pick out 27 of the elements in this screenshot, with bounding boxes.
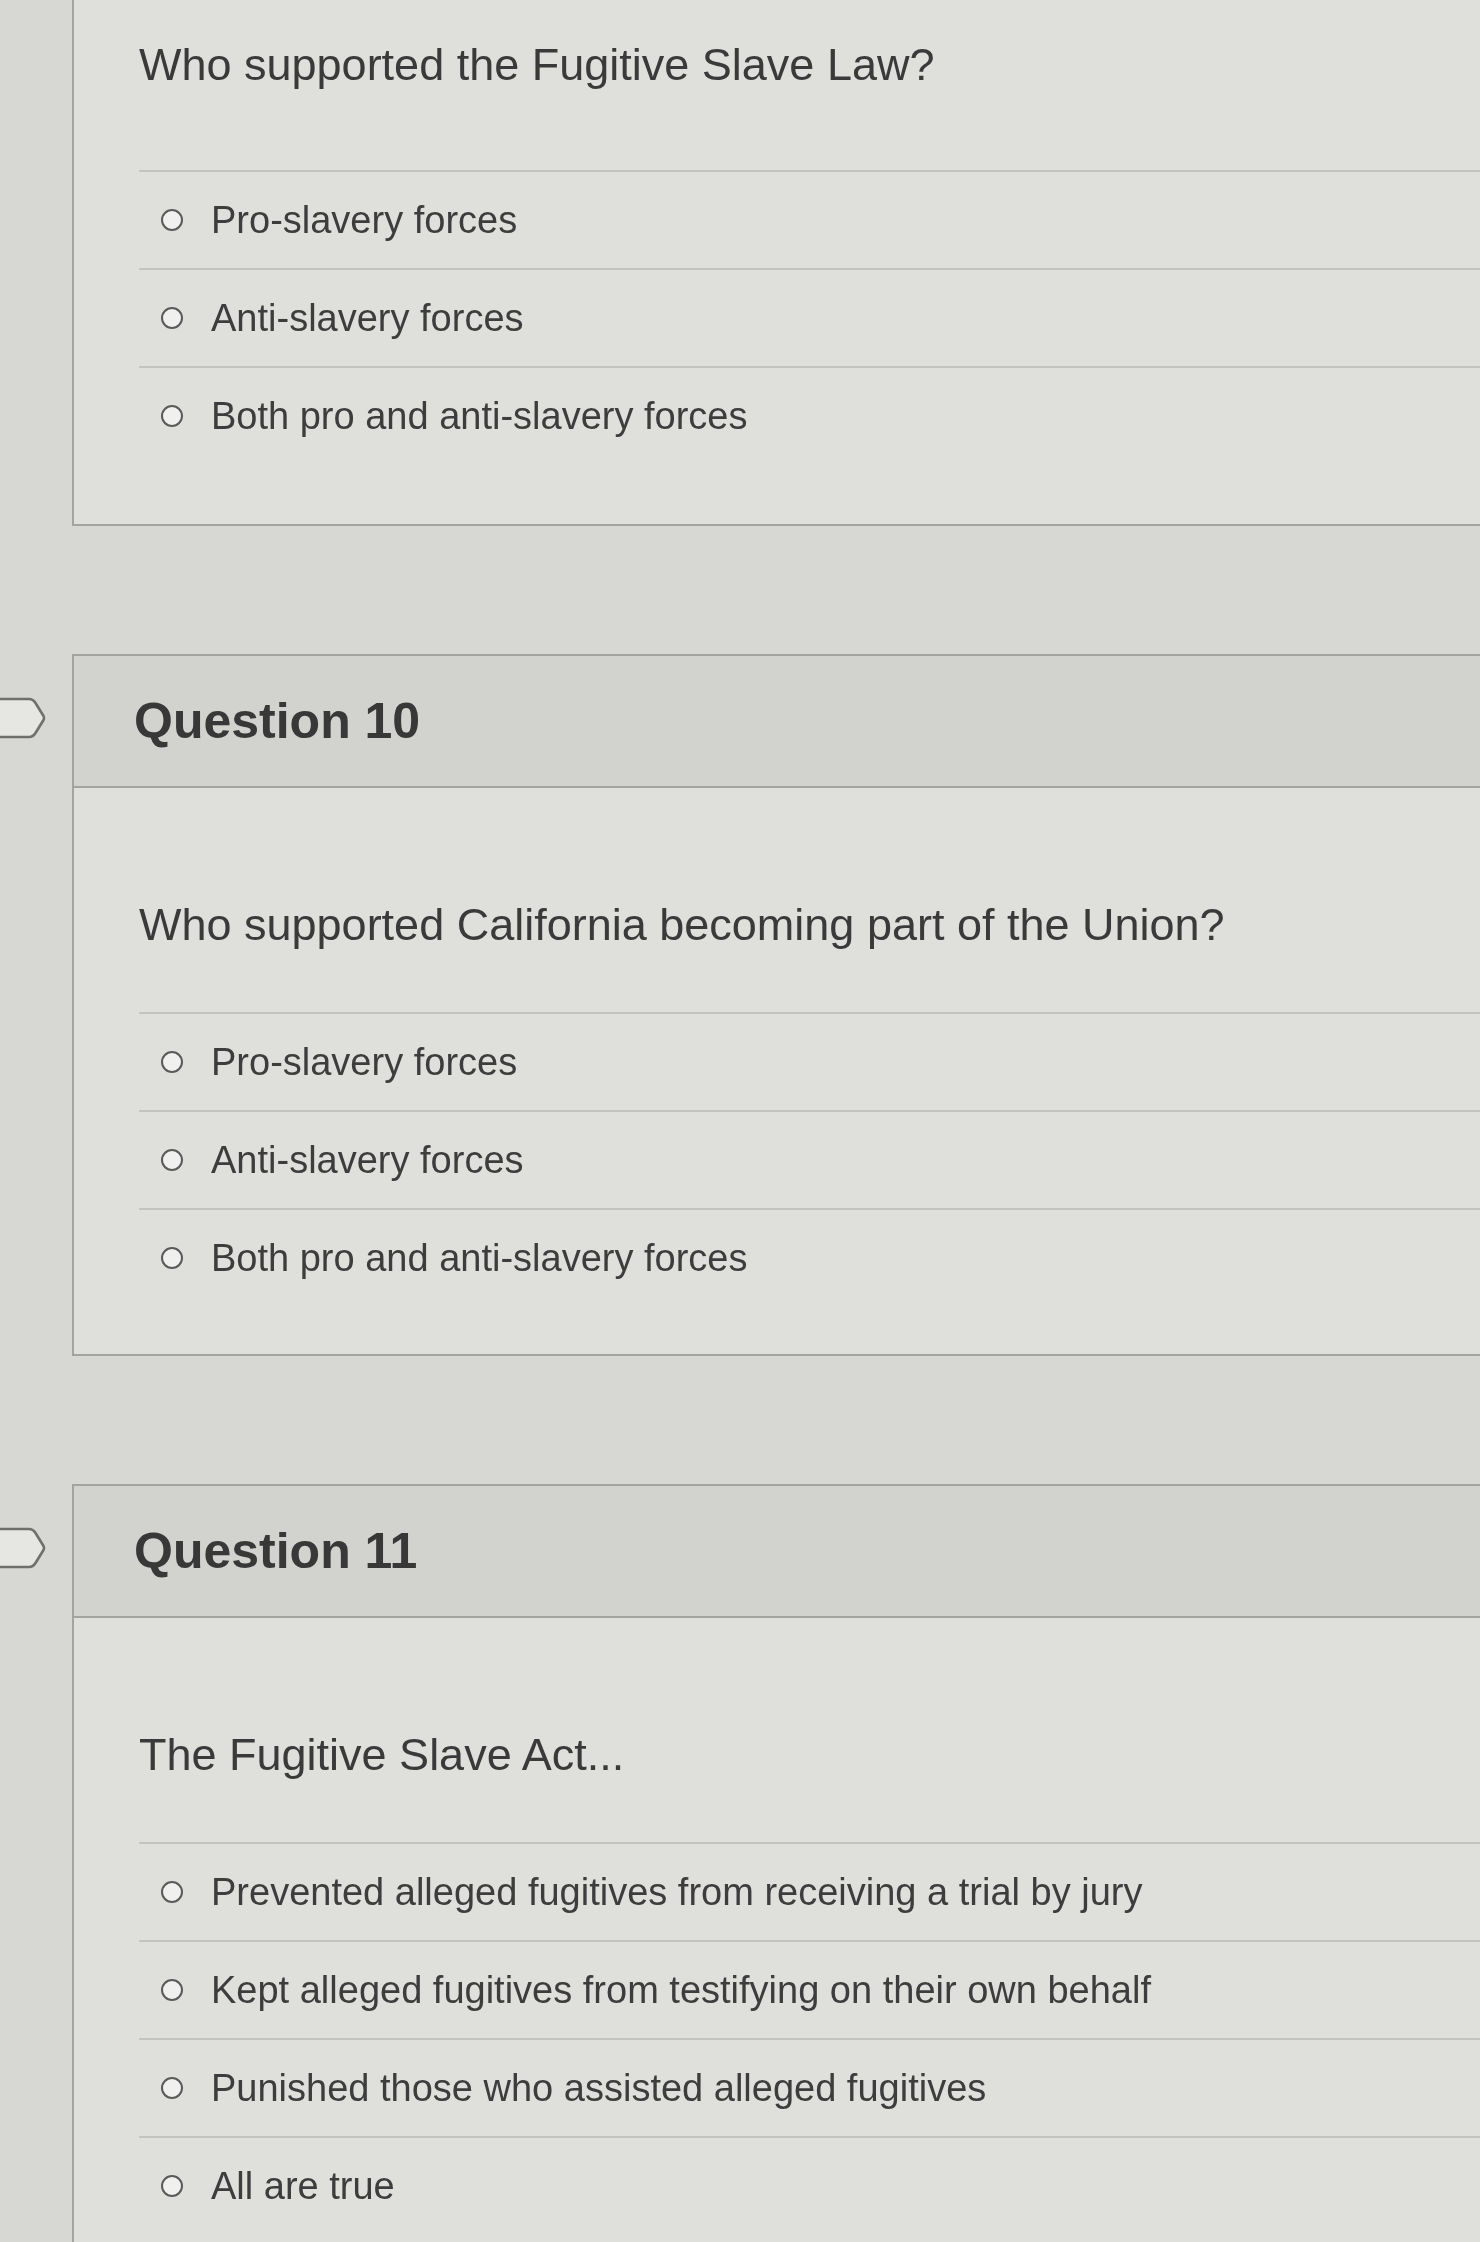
question-prompt: The Fugitive Slave Act...: [139, 1618, 1480, 1844]
radio-button[interactable]: [161, 209, 183, 231]
radio-button[interactable]: [161, 2175, 183, 2197]
option-label[interactable]: Prevented alleged fugitives from receiving a trial by jury: [211, 1870, 1143, 1914]
radio-button[interactable]: [161, 1979, 183, 2001]
question-title: Question 11: [134, 1522, 418, 1580]
radio-button[interactable]: [161, 1247, 183, 1269]
radio-button[interactable]: [161, 405, 183, 427]
tag-icon[interactable]: [0, 696, 46, 740]
question-title: Question 10: [134, 692, 421, 750]
radio-button[interactable]: [161, 2077, 183, 2099]
radio-button[interactable]: [161, 1881, 183, 1903]
tag-icon[interactable]: [0, 1526, 46, 1570]
option-label[interactable]: Pro-slavery forces: [211, 1040, 518, 1084]
option-label[interactable]: Both pro and anti-slavery forces: [211, 394, 748, 438]
option-label[interactable]: All are true: [211, 2164, 395, 2208]
question-prompt: Who supported California becoming part of the Union?: [139, 788, 1480, 1014]
radio-button[interactable]: [161, 1051, 183, 1073]
question-prompt: Who supported the Fugitive Slave Law?: [139, 0, 1480, 172]
option-label[interactable]: Kept alleged fugitives from testifying on their own behalf: [211, 1968, 1151, 2012]
radio-button[interactable]: [161, 1149, 183, 1171]
option-label[interactable]: Pro-slavery forces: [211, 198, 518, 242]
option-label[interactable]: Punished those who assisted alleged fugitives: [211, 2066, 987, 2110]
option-label[interactable]: Anti-slavery forces: [211, 296, 524, 340]
radio-button[interactable]: [161, 307, 183, 329]
option-label[interactable]: Anti-slavery forces: [211, 1138, 524, 1182]
option-label[interactable]: Both pro and anti-slavery forces: [211, 1236, 748, 1280]
